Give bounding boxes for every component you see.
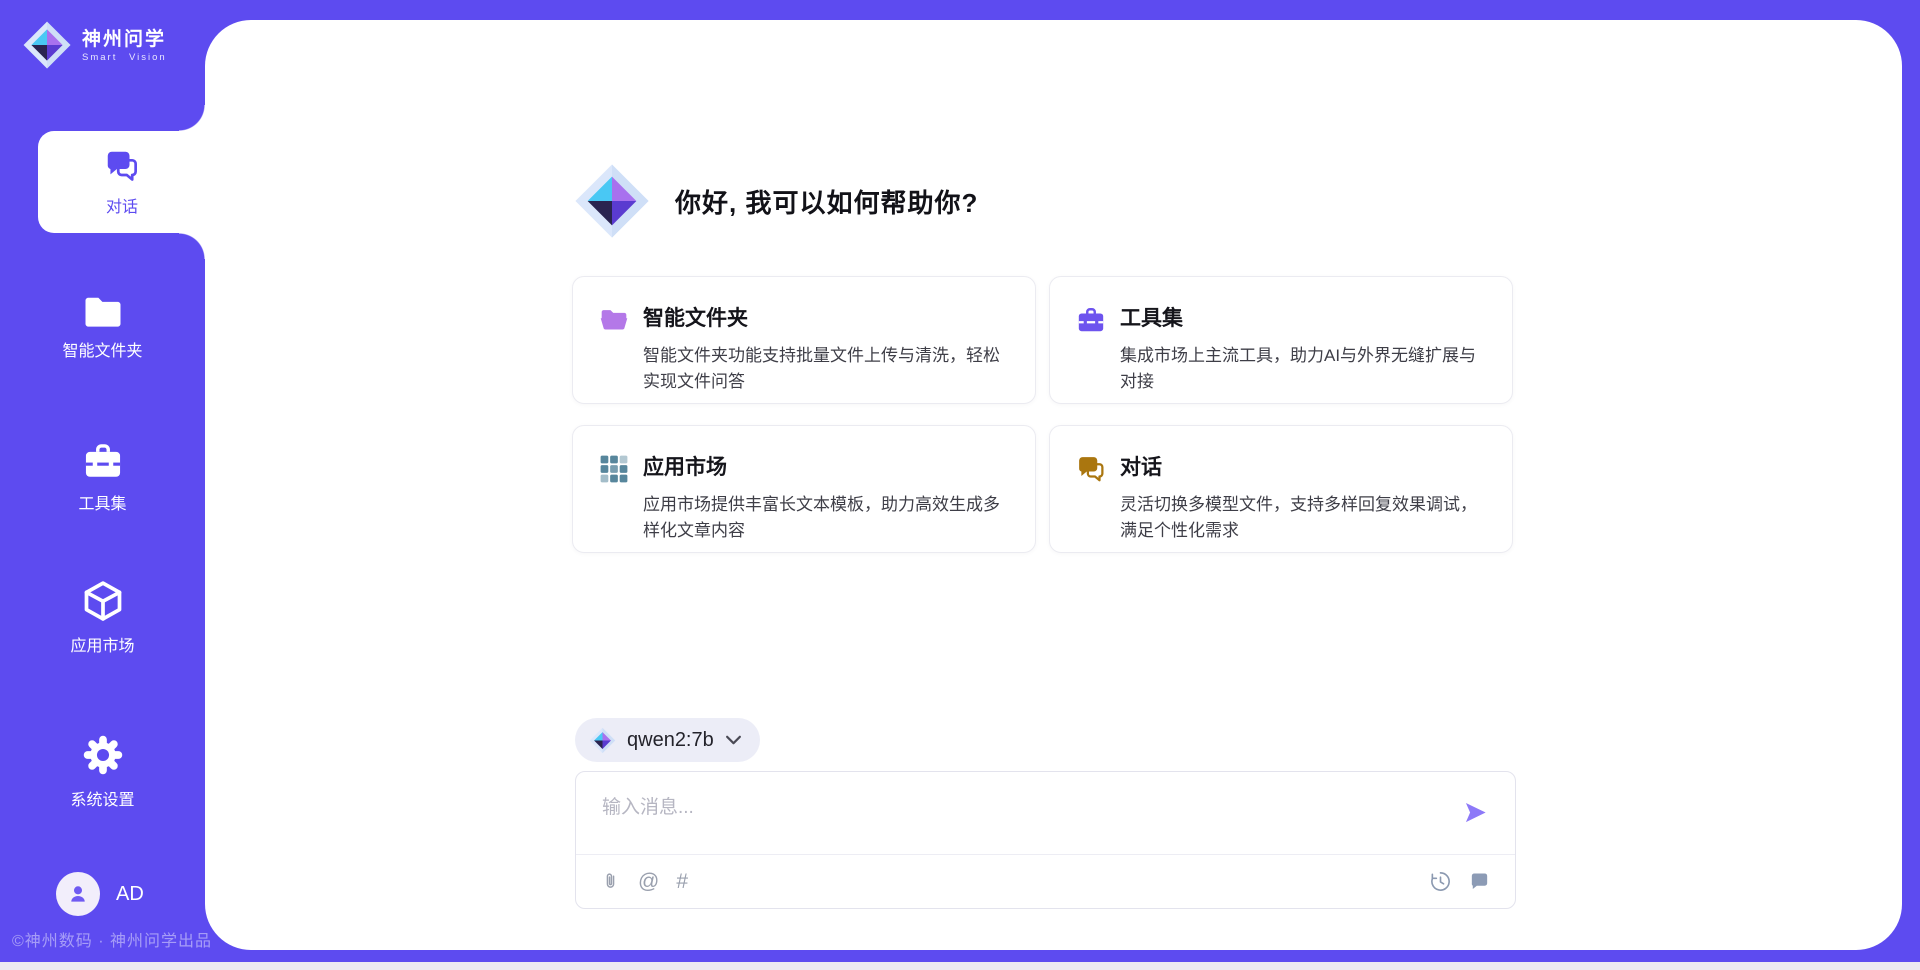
briefcase-icon: [82, 441, 124, 481]
model-name: qwen2:7b: [627, 729, 714, 752]
sidebar-item-label: 应用市场: [70, 632, 134, 656]
card-appmarket[interactable]: 应用市场 应用市场提供丰富长文本模板，助力高效生成多样化文章内容: [572, 425, 1036, 553]
chat-bubble-icon[interactable]: [1468, 870, 1491, 893]
brand-subtitle: Smart Vision: [82, 52, 167, 63]
at-sign-icon[interactable]: @: [638, 871, 659, 892]
tab-fillet-top: [179, 105, 205, 131]
sidebar-item-settings[interactable]: 系统设置: [0, 733, 205, 810]
chat-bubbles-icon: [1076, 454, 1106, 484]
sidebar-item-label: 智能文件夹: [62, 337, 142, 361]
chevron-down-icon: [725, 734, 742, 746]
briefcase-icon: [1076, 305, 1106, 335]
bottom-strip: [0, 962, 1920, 970]
send-icon[interactable]: [1462, 799, 1489, 826]
sidebar-footer: ©神州数码 · 神州问学出品: [12, 927, 212, 951]
card-description: 应用市场提供丰富长文本模板，助力高效生成多样化文章内容: [643, 492, 1009, 544]
cube-icon: [81, 579, 125, 623]
card-toolset[interactable]: 工具集 集成市场上主流工具，助力AI与外界无缝扩展与对接: [1049, 276, 1513, 404]
person-icon: [65, 881, 91, 907]
sidebar-item-label: 系统设置: [70, 786, 134, 810]
gem-logo-icon: [589, 727, 616, 754]
model-selector[interactable]: qwen2:7b: [575, 718, 760, 762]
sidebar-item-folders[interactable]: 智能文件夹: [0, 294, 205, 361]
card-description: 灵活切换多模型文件，支持多样回复效果调试，满足个性化需求: [1120, 492, 1486, 544]
brand-logo: 神州问学 Smart Vision: [22, 20, 167, 70]
sidebar-item-toolset[interactable]: 工具集: [0, 441, 205, 514]
sidebar-item-label: 对话: [106, 193, 138, 217]
hashtag-icon[interactable]: #: [676, 871, 688, 892]
sidebar-item-label: 工具集: [78, 490, 126, 514]
tab-fillet-bottom: [179, 233, 205, 259]
feature-cards: 智能文件夹 智能文件夹功能支持批量文件上传与清洗，轻松实现文件问答 工具集 集成…: [572, 276, 1513, 553]
greeting-text: 你好, 我可以如何帮助你?: [675, 183, 978, 220]
card-title: 应用市场: [643, 451, 1009, 481]
gear-icon: [81, 733, 125, 777]
avatar[interactable]: [56, 872, 100, 916]
folder-icon: [83, 294, 123, 328]
card-title: 对话: [1120, 451, 1486, 481]
gem-logo-icon: [22, 20, 72, 70]
card-description: 智能文件夹功能支持批量文件上传与清洗，轻松实现文件问答: [643, 343, 1009, 395]
card-chat[interactable]: 对话 灵活切换多模型文件，支持多样回复效果调试，满足个性化需求: [1049, 425, 1513, 553]
paperclip-icon[interactable]: [600, 869, 621, 893]
user-initials: AD: [116, 883, 144, 906]
composer-tools-left: @ #: [600, 866, 688, 896]
user-menu[interactable]: AD: [56, 872, 144, 916]
composer-tools-right: [1429, 866, 1491, 896]
card-title: 工具集: [1120, 302, 1486, 332]
open-folder-icon: [599, 305, 629, 335]
main-panel: 你好, 我可以如何帮助你? 智能文件夹 智能文件夹功能支持批量文件上传与清洗，轻…: [205, 20, 1902, 950]
sidebar-item-chat[interactable]: 对话: [38, 131, 206, 233]
chat-bubbles-icon: [104, 148, 140, 184]
brand-name: 神州问学: [82, 28, 167, 52]
card-title: 智能文件夹: [643, 302, 1009, 332]
message-composer: @ #: [575, 771, 1516, 909]
grid-tiles-icon: [599, 454, 629, 484]
card-description: 集成市场上主流工具，助力AI与外界无缝扩展与对接: [1120, 343, 1486, 395]
message-input[interactable]: [600, 788, 1434, 828]
card-smart-folder[interactable]: 智能文件夹 智能文件夹功能支持批量文件上传与清洗，轻松实现文件问答: [572, 276, 1036, 404]
history-icon[interactable]: [1429, 870, 1452, 893]
greeting: 你好, 我可以如何帮助你?: [573, 162, 978, 240]
sidebar-item-appmarket[interactable]: 应用市场: [0, 579, 205, 656]
composer-divider: [576, 854, 1515, 855]
brand-text: 神州问学 Smart Vision: [82, 28, 167, 63]
gem-logo-icon: [573, 162, 651, 240]
